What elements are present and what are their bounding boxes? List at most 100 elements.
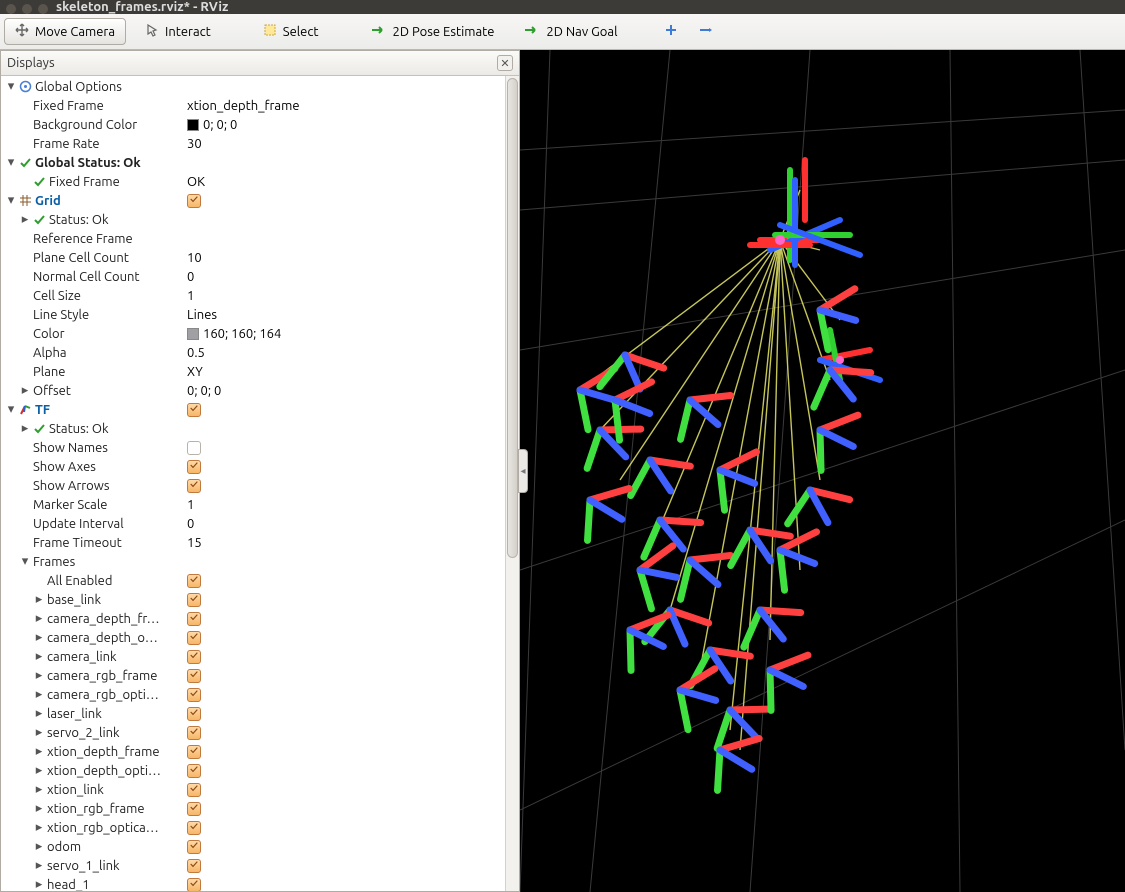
tf-display-checkbox[interactable] <box>187 403 201 417</box>
marker-scale-value[interactable]: 1 <box>187 498 194 512</box>
frame-10-checkbox[interactable] <box>187 783 201 797</box>
frame-12[interactable]: ▸xtion_rgb_optica… <box>1 818 505 837</box>
frame-3-checkbox[interactable] <box>187 650 201 664</box>
cell-size-value[interactable]: 1 <box>187 289 194 303</box>
update-interval-value[interactable]: 0 <box>187 517 194 531</box>
frame-7-expander[interactable]: ▸ <box>33 725 45 740</box>
frame-10-expander[interactable]: ▸ <box>33 782 45 797</box>
line-style-value[interactable]: Lines <box>187 308 217 322</box>
frame-15-checkbox[interactable] <box>187 878 201 892</box>
scrollbar-thumb[interactable] <box>507 78 518 558</box>
frame-2-checkbox[interactable] <box>187 631 201 645</box>
frame-2[interactable]: ▸camera_depth_o… <box>1 628 505 647</box>
frame-6-expander[interactable]: ▸ <box>33 706 45 721</box>
tf-display[interactable]: ▾TF <box>1 400 505 419</box>
frame-11-expander[interactable]: ▸ <box>33 801 45 816</box>
frame-1[interactable]: ▸camera_depth_fr… <box>1 609 505 628</box>
frame-11-checkbox[interactable] <box>187 802 201 816</box>
frame-0[interactable]: ▸base_link <box>1 590 505 609</box>
fixed-frame-value[interactable]: xtion_depth_frame <box>187 99 300 113</box>
frame-9-checkbox[interactable] <box>187 764 201 778</box>
frame-9[interactable]: ▸xtion_depth_opti… <box>1 761 505 780</box>
frame-3-expander[interactable]: ▸ <box>33 649 45 664</box>
scrollbar[interactable] <box>505 76 519 891</box>
frame-14[interactable]: ▸servo_1_link <box>1 856 505 875</box>
all-enabled-checkbox[interactable] <box>187 574 201 588</box>
frame-4[interactable]: ▸camera_rgb_frame <box>1 666 505 685</box>
background-color-value[interactable]: 0; 0; 0 <box>187 118 237 132</box>
tf-status-expander[interactable]: ▸ <box>19 421 31 436</box>
viewport-canvas[interactable] <box>520 50 1125 892</box>
frame-11[interactable]: ▸xtion_rgb_frame <box>1 799 505 818</box>
frame-8[interactable]: ▸xtion_depth_frame <box>1 742 505 761</box>
global-status-expander[interactable]: ▾ <box>5 155 17 170</box>
frame-4-checkbox[interactable] <box>187 669 201 683</box>
frame-14-checkbox[interactable] <box>187 859 201 873</box>
show-axes-checkbox[interactable] <box>187 460 201 474</box>
frames-expander[interactable]: ▾ <box>19 554 31 569</box>
frame-9-expander[interactable]: ▸ <box>33 763 45 778</box>
window-close-icon[interactable] <box>6 4 16 14</box>
frame-13-expander[interactable]: ▸ <box>33 839 45 854</box>
frame-0-expander[interactable]: ▸ <box>33 592 45 607</box>
select-button[interactable]: Select <box>252 18 330 45</box>
grid-display-expander[interactable]: ▾ <box>5 193 17 208</box>
frame-14-expander[interactable]: ▸ <box>33 858 45 873</box>
frame-7-checkbox[interactable] <box>187 726 201 740</box>
tf-display-expander[interactable]: ▾ <box>5 402 17 417</box>
grid-color-value[interactable]: 160; 160; 164 <box>187 327 281 341</box>
frame-1-checkbox[interactable] <box>187 612 201 626</box>
window-minimize-icon[interactable] <box>22 4 32 14</box>
frame-13[interactable]: ▸odom <box>1 837 505 856</box>
tf-status[interactable]: ▸Status: Ok <box>1 419 505 438</box>
frame-0-checkbox[interactable] <box>187 593 201 607</box>
frame-1-expander[interactable]: ▸ <box>33 611 45 626</box>
frame-3[interactable]: ▸camera_link <box>1 647 505 666</box>
global-status[interactable]: ▾Global Status: Ok <box>1 153 505 172</box>
tree-body[interactable]: ▾Global OptionsFixed Framextion_depth_fr… <box>1 76 505 891</box>
plane-cell-count-value[interactable]: 10 <box>187 251 202 265</box>
global-options-expander[interactable]: ▾ <box>5 79 17 94</box>
frame-12-expander[interactable]: ▸ <box>33 820 45 835</box>
frame-2-expander[interactable]: ▸ <box>33 630 45 645</box>
grid-alpha-value[interactable]: 0.5 <box>187 346 205 360</box>
grid-status-expander[interactable]: ▸ <box>19 212 31 227</box>
add-display-button[interactable] <box>658 19 684 44</box>
grid-offset-value[interactable]: 0; 0; 0 <box>187 384 221 398</box>
displays-panel-header[interactable]: Displays ✕ <box>1 51 519 76</box>
frame-timeout-value[interactable]: 15 <box>187 536 202 550</box>
close-icon[interactable]: ✕ <box>497 55 513 71</box>
normal-cell-count-value[interactable]: 0 <box>187 270 194 284</box>
frame-8-expander[interactable]: ▸ <box>33 744 45 759</box>
interact-button[interactable]: Interact <box>134 18 222 45</box>
frame-10[interactable]: ▸xtion_link <box>1 780 505 799</box>
frame-5[interactable]: ▸camera_rgb_opti… <box>1 685 505 704</box>
frame-rate-value[interactable]: 30 <box>187 137 202 151</box>
frame-13-checkbox[interactable] <box>187 840 201 854</box>
frame-7[interactable]: ▸servo_2_link <box>1 723 505 742</box>
show-arrows-checkbox[interactable] <box>187 479 201 493</box>
frame-6-checkbox[interactable] <box>187 707 201 721</box>
frames[interactable]: ▾Frames <box>1 552 505 571</box>
grid-offset[interactable]: ▸Offset0; 0; 0 <box>1 381 505 400</box>
fixed-frame-status-value[interactable]: OK <box>187 175 205 189</box>
grid-display[interactable]: ▾Grid <box>1 191 505 210</box>
move-camera-button[interactable]: Move Camera <box>4 18 126 45</box>
frame-4-expander[interactable]: ▸ <box>33 668 45 683</box>
viewport-3d[interactable] <box>520 50 1125 892</box>
frame-5-expander[interactable]: ▸ <box>33 687 45 702</box>
frame-8-checkbox[interactable] <box>187 745 201 759</box>
frame-12-checkbox[interactable] <box>187 821 201 835</box>
grid-display-checkbox[interactable] <box>187 194 201 208</box>
frame-15[interactable]: ▸head_1 <box>1 875 505 891</box>
remove-display-button[interactable] <box>692 19 720 44</box>
show-names-checkbox[interactable] <box>187 441 201 455</box>
panel-splitter[interactable] <box>518 449 528 493</box>
frame-15-expander[interactable]: ▸ <box>33 877 45 891</box>
grid-status[interactable]: ▸Status: Ok <box>1 210 505 229</box>
pose-estimate-button[interactable]: 2D Pose Estimate <box>360 19 506 44</box>
window-maximize-icon[interactable] <box>38 4 48 14</box>
nav-goal-button[interactable]: 2D Nav Goal <box>513 19 628 44</box>
frame-6[interactable]: ▸laser_link <box>1 704 505 723</box>
grid-plane-value[interactable]: XY <box>187 365 203 379</box>
